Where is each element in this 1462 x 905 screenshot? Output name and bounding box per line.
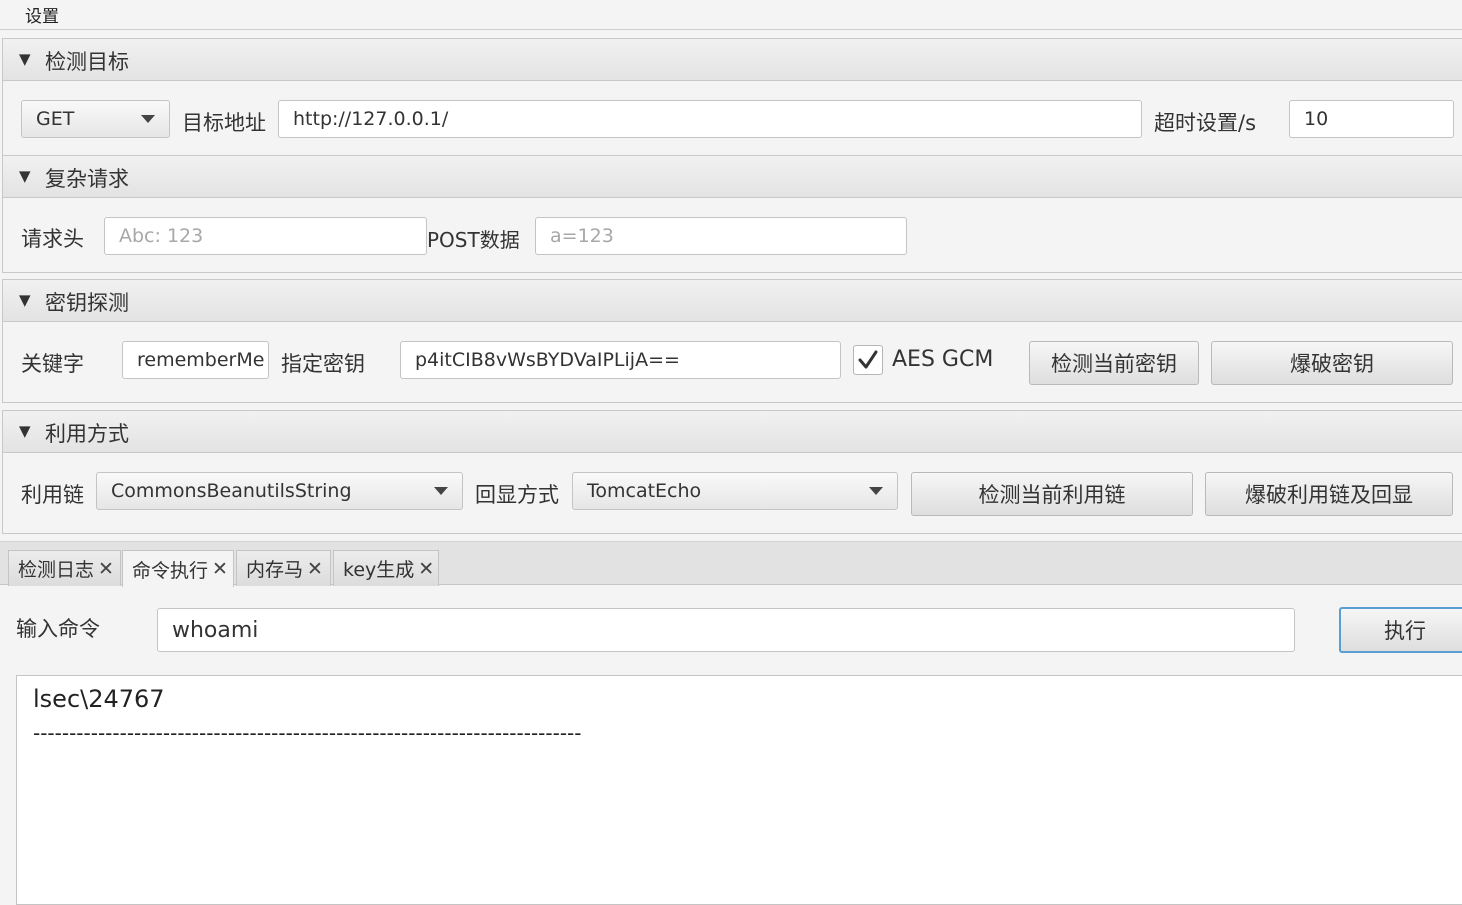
request-headers-placeholder: Abc: 123 xyxy=(119,225,204,247)
check-key-button[interactable]: 检测当前密钥 xyxy=(1029,341,1199,385)
tab-command-exec[interactable]: 命令执行 ✕ xyxy=(122,550,234,587)
gadget-chain-label: 利用链 xyxy=(21,483,84,507)
post-data-placeholder: a=123 xyxy=(550,225,614,247)
http-method-select[interactable]: GET xyxy=(21,100,170,138)
close-icon[interactable]: ✕ xyxy=(418,558,434,580)
tab-key-gen[interactable]: key生成 ✕ xyxy=(333,550,439,586)
tab-detect-log[interactable]: 检测日志 ✕ xyxy=(8,550,121,586)
close-icon[interactable]: ✕ xyxy=(98,558,114,580)
command-input-value: whoami xyxy=(172,617,259,643)
tab-bar: 检测日志 ✕ 命令执行 ✕ 内存马 ✕ key生成 ✕ xyxy=(0,541,1462,587)
echo-method-label: 回显方式 xyxy=(475,483,559,507)
post-data-input[interactable]: a=123 xyxy=(535,217,907,255)
check-chain-button[interactable]: 检测当前利用链 xyxy=(911,472,1193,516)
key-detect-panel: ▼ 密钥探测 关键字 rememberMe 指定密钥 p4itCIB8vWsBY… xyxy=(2,279,1462,403)
gadget-chain-value: CommonsBeanutilsString xyxy=(111,480,352,502)
checkmark-icon xyxy=(858,350,878,369)
key-detect-panel-title: 密钥探测 xyxy=(45,291,129,315)
collapse-arrow-icon: ▼ xyxy=(19,422,31,440)
brute-key-button[interactable]: 爆破密钥 xyxy=(1211,341,1453,385)
timeout-input[interactable]: 10 xyxy=(1289,100,1454,138)
chevron-down-icon xyxy=(141,115,155,123)
echo-method-value: TomcatEcho xyxy=(587,480,702,502)
keyword-label: 关键字 xyxy=(21,352,84,376)
tab-memshell[interactable]: 内存马 ✕ xyxy=(236,550,331,586)
target-panel: ▼ 检测目标 GET 目标地址 http://127.0.0.1/ 超时设置/s… xyxy=(2,38,1462,156)
tab-label: 检测日志 xyxy=(18,559,95,581)
http-method-value: GET xyxy=(36,108,75,130)
keyword-input[interactable]: rememberMe xyxy=(122,341,269,379)
close-icon[interactable]: ✕ xyxy=(307,558,323,580)
request-headers-input[interactable]: Abc: 123 xyxy=(104,217,427,255)
tab-label: 命令执行 xyxy=(132,559,209,582)
echo-method-select[interactable]: TomcatEcho xyxy=(572,472,898,510)
target-url-input[interactable]: http://127.0.0.1/ xyxy=(278,100,1142,138)
aes-gcm-checkbox[interactable] xyxy=(853,345,883,375)
timeout-value: 10 xyxy=(1304,108,1329,130)
target-url-label: 目标地址 xyxy=(182,111,266,135)
aes-gcm-label: AES GCM xyxy=(892,347,994,372)
collapse-arrow-icon: ▼ xyxy=(19,167,31,185)
brute-chain-button[interactable]: 爆破利用链及回显 xyxy=(1205,472,1453,516)
output-line: lsec\24767 xyxy=(33,685,165,713)
key-detect-panel-header[interactable]: ▼ 密钥探测 xyxy=(3,280,1462,322)
timeout-label: 超时设置/s xyxy=(1154,111,1257,135)
specified-key-value: p4itCIB8vWsBYDVaIPLijA== xyxy=(415,349,680,371)
target-panel-header[interactable]: ▼ 检测目标 xyxy=(3,39,1462,81)
post-data-label: POST数据 xyxy=(427,228,520,252)
command-output-area[interactable]: lsec\24767 -----------------------------… xyxy=(16,675,1462,905)
target-url-value: http://127.0.0.1/ xyxy=(293,108,449,130)
output-line: ----------------------------------------… xyxy=(33,721,582,745)
request-headers-label: 请求头 xyxy=(21,227,84,251)
exploit-panel: ▼ 利用方式 利用链 CommonsBeanutilsString 回显方式 T… xyxy=(2,410,1462,534)
exploit-panel-header[interactable]: ▼ 利用方式 xyxy=(3,411,1462,453)
chevron-down-icon xyxy=(869,487,883,495)
tab-label: key生成 xyxy=(343,559,415,581)
menu-settings[interactable]: 设置 xyxy=(25,2,59,27)
complex-request-panel-title: 复杂请求 xyxy=(45,167,129,191)
specified-key-input[interactable]: p4itCIB8vWsBYDVaIPLijA== xyxy=(400,341,841,379)
execute-button[interactable]: 执行 xyxy=(1339,607,1462,653)
close-icon[interactable]: ✕ xyxy=(212,558,228,580)
command-input-label: 输入命令 xyxy=(16,617,100,641)
gadget-chain-select[interactable]: CommonsBeanutilsString xyxy=(96,472,463,510)
exploit-panel-title: 利用方式 xyxy=(45,422,129,446)
collapse-arrow-icon: ▼ xyxy=(19,50,31,68)
specified-key-label: 指定密钥 xyxy=(281,352,365,376)
collapse-arrow-icon: ▼ xyxy=(19,291,31,309)
complex-request-panel-header[interactable]: ▼ 复杂请求 xyxy=(3,156,1462,198)
target-panel-title: 检测目标 xyxy=(45,50,129,74)
command-input[interactable]: whoami xyxy=(157,608,1295,652)
chevron-down-icon xyxy=(434,487,448,495)
keyword-value: rememberMe xyxy=(137,349,265,371)
menu-bar: 设置 xyxy=(0,0,1462,30)
complex-request-panel: ▼ 复杂请求 请求头 Abc: 123 POST数据 a=123 xyxy=(2,155,1462,273)
tab-label: 内存马 xyxy=(246,559,304,581)
